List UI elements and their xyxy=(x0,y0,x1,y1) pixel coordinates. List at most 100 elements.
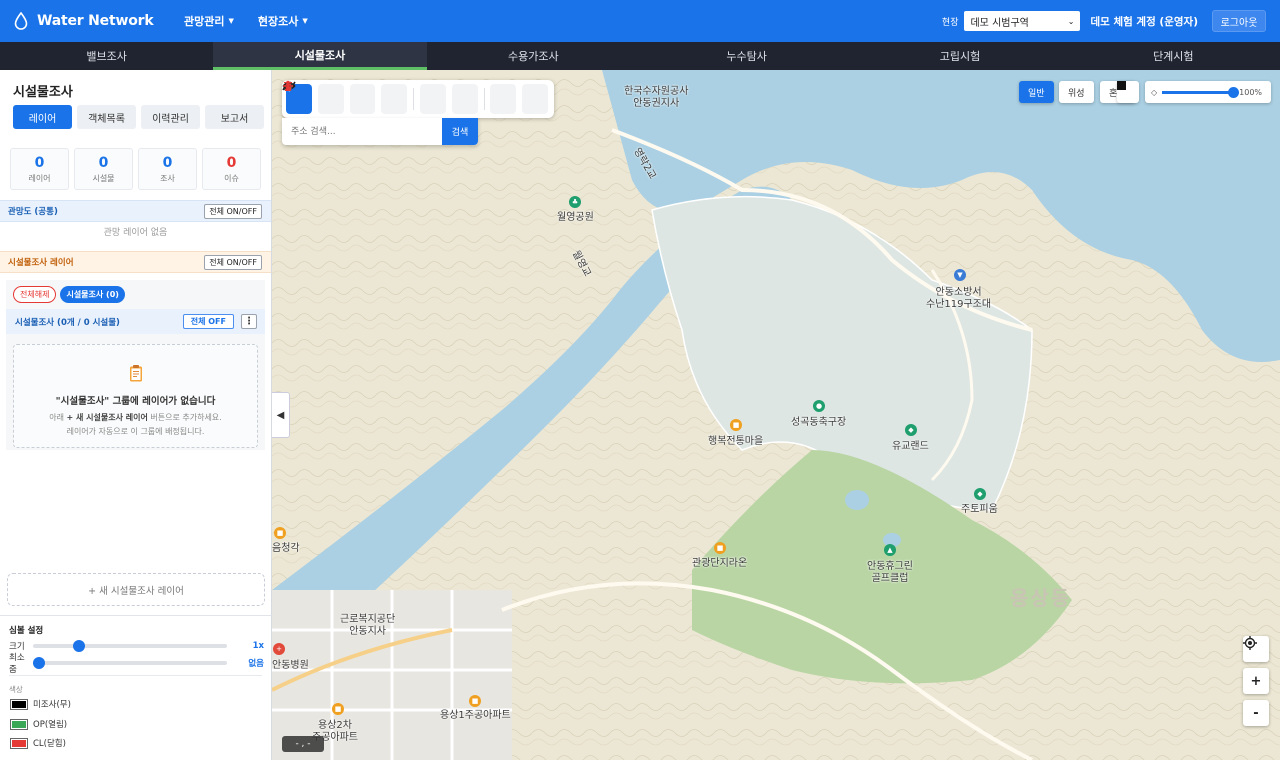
group-chip-facility[interactable]: 시설물조사 (0) xyxy=(60,286,125,303)
tab-customer[interactable]: 수용가조사 xyxy=(427,42,640,70)
group-empty-state: "시설물조사" 그룹에 레이어가 없습니다 아래 + 새 시설물조사 레이어 버… xyxy=(13,344,258,448)
map-label: 행복전통마을 xyxy=(708,436,764,447)
address-search: 검색 xyxy=(282,118,478,145)
clear-all-chip[interactable]: 전체해제 xyxy=(13,286,57,303)
map-label: 안동병원 xyxy=(272,660,309,671)
size-value: 1x xyxy=(252,641,264,651)
tab-isolation[interactable]: 고립시험 xyxy=(853,42,1066,70)
legend-unsurveyed[interactable]: 미조사(무) xyxy=(10,698,71,710)
water-drop-icon xyxy=(14,12,28,30)
zoom-out-button[interactable]: - xyxy=(1243,700,1269,726)
divider xyxy=(9,675,262,676)
subtab-objects[interactable]: 객체목록 xyxy=(77,105,136,129)
user-name: 데모 체험 계정 (운영자) xyxy=(1090,15,1198,28)
app-title: Water Network xyxy=(37,13,154,29)
district-label: 용상동 xyxy=(1010,586,1072,610)
legend-closed[interactable]: CL(닫힘) xyxy=(10,737,66,749)
edit-tool-button[interactable] xyxy=(284,81,446,114)
survey-section-header: 시설물조사 레이어 전체 ON/OFF xyxy=(0,251,271,273)
measure-tool-button[interactable] xyxy=(282,82,517,114)
caret-down-icon: ▼ xyxy=(302,17,308,25)
map-label: 용상1주공아파트 xyxy=(440,710,511,721)
stat-layers: 0 레이어 xyxy=(10,148,69,190)
park-icon[interactable]: ♣ xyxy=(569,196,581,208)
tab-facility[interactable]: 시설물조사 xyxy=(213,42,427,70)
golf-icon[interactable]: ▲ xyxy=(884,544,896,556)
legend-open[interactable]: OP(열림) xyxy=(10,718,67,730)
header-right: 현장 데모 시범구역 ⌄ 데모 체험 계정 (운영자) 로그아웃 xyxy=(942,10,1280,32)
tab-step[interactable]: 단계시험 xyxy=(1067,42,1280,70)
network-toggle-all-button[interactable]: 전체 ON/OFF xyxy=(204,203,262,219)
subtab-layer[interactable]: 레이어 xyxy=(13,105,72,129)
maptype-satellite-button[interactable]: 위성 xyxy=(1059,81,1094,103)
fire-station-icon[interactable]: ▼ xyxy=(954,269,966,281)
symbol-title: 심볼 설정 xyxy=(9,626,44,636)
panel-collapse-button[interactable]: ◀ xyxy=(272,392,290,438)
map-label: 음청각 xyxy=(272,543,300,554)
zoom-in-button[interactable]: + xyxy=(1243,668,1269,694)
size-slider[interactable] xyxy=(33,640,227,652)
address-search-input[interactable] xyxy=(282,118,442,145)
survey-toggle-all-button[interactable]: 전체 ON/OFF xyxy=(204,254,262,270)
apartment-icon[interactable]: ■ xyxy=(332,703,344,715)
new-layer-button[interactable]: + 새 시설물조사 레이어 xyxy=(7,573,265,606)
map-label: 유교랜드 xyxy=(892,441,929,452)
empty-description: 아래 + 새 시설물조사 레이어 버튼으로 추가하세요. 레이어가 자동으로 이… xyxy=(49,413,222,436)
brand[interactable]: Water Network xyxy=(14,12,184,30)
caret-left-icon: ◀ xyxy=(276,409,285,421)
map-label: 월영공원 xyxy=(557,212,594,223)
main-tabs: 밸브조사 시설물조사 수용가조사 누수탐사 고립시험 단계시험 xyxy=(0,42,1280,70)
tab-valve[interactable]: 밸브조사 xyxy=(0,42,213,70)
site-select[interactable]: 데모 시범구역 ⌄ xyxy=(964,11,1081,31)
panel-subtabs: 레이어 객체목록 이력관리 보고서 xyxy=(13,105,269,129)
map-canvas[interactable]: 한국수자원공사 안동권지사 영락2교 ♣ 월영공원 월영교 ▼ 안동소방서 수난11… xyxy=(272,70,1280,760)
slider-thumb[interactable] xyxy=(33,657,45,669)
maptype-normal-button[interactable]: 일반 xyxy=(1019,81,1054,103)
crosshair-icon xyxy=(283,81,293,91)
point-tool-button[interactable] xyxy=(285,83,344,114)
toolbar-divider xyxy=(413,88,414,110)
map-label: 안동휴그린 골프클럽 xyxy=(867,561,913,584)
slider-thumb[interactable] xyxy=(1228,86,1240,98)
opacity-control[interactable]: ◇ 100% xyxy=(1145,81,1271,103)
map-label: 주토피움 xyxy=(961,504,998,515)
polygon-tool-button[interactable] xyxy=(283,81,408,114)
more-menu-icon[interactable]: ⋮ xyxy=(241,314,257,329)
stat-facilities: 0 시설물 xyxy=(74,148,133,190)
plus-icon: + xyxy=(1250,673,1262,689)
stat-surveys: 0 조사 xyxy=(138,148,197,190)
top-menu: 관망관리 ▼ 현장조사 ▼ xyxy=(184,13,332,29)
menu-network[interactable]: 관망관리 ▼ xyxy=(184,13,234,29)
map-label: 관광단지라온 xyxy=(692,558,748,569)
attraction-icon[interactable]: ◆ xyxy=(905,424,917,436)
restaurant-icon[interactable]: ■ xyxy=(274,527,286,539)
apartment-icon[interactable]: ■ xyxy=(469,695,481,707)
minzoom-slider[interactable] xyxy=(33,657,227,669)
delete-tool-button[interactable] xyxy=(284,80,478,114)
search-button[interactable]: 검색 xyxy=(442,118,478,145)
minzoom-value: 없음 xyxy=(248,659,264,669)
size-slider-row: 크기 1x xyxy=(9,640,264,652)
map-background xyxy=(272,70,1280,760)
square-icon xyxy=(1117,81,1126,90)
layer-style-button[interactable] xyxy=(1117,81,1139,103)
subtab-history[interactable]: 이력관리 xyxy=(141,105,200,129)
group-off-button[interactable]: 전체 OFF xyxy=(182,314,234,329)
slider-thumb[interactable] xyxy=(73,640,86,652)
zoo-icon[interactable]: ◆ xyxy=(974,488,986,500)
tab-leak[interactable]: 누수탐사 xyxy=(640,42,853,70)
crosshair-tool-button[interactable] xyxy=(283,81,548,114)
clipboard-icon xyxy=(129,365,142,382)
sports-icon[interactable]: ● xyxy=(813,400,825,412)
opacity-slider[interactable] xyxy=(1162,86,1240,98)
logout-button[interactable]: 로그아웃 xyxy=(1212,10,1266,32)
line-tool-button[interactable] xyxy=(282,81,376,114)
subtab-report[interactable]: 보고서 xyxy=(205,105,264,129)
hotel-icon[interactable]: ■ xyxy=(714,542,726,554)
menu-field[interactable]: 현장조사 ▼ xyxy=(258,13,308,29)
locate-button[interactable] xyxy=(1243,636,1269,662)
village-icon[interactable]: ■ xyxy=(730,419,742,431)
hospital-icon[interactable]: + xyxy=(273,643,285,655)
map-label: 한국수자원공사 안동권지사 xyxy=(624,86,689,109)
stats-row: 0 레이어 0 시설물 0 조사 0 이슈 xyxy=(10,148,266,190)
